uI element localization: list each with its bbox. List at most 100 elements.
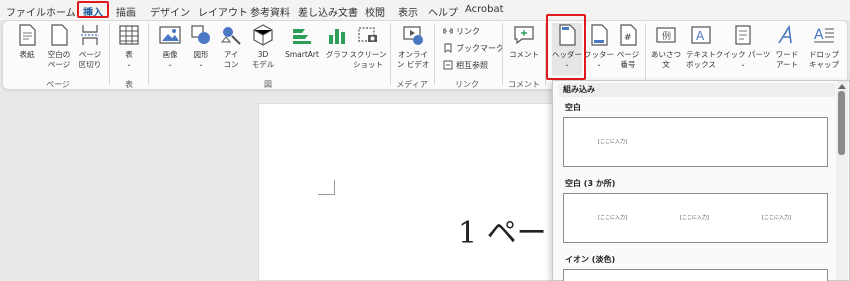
textbox-label-line2: ボックス (686, 60, 716, 69)
comment-button[interactable]: コメント (507, 23, 541, 75)
bookmark-button[interactable]: ブックマーク (443, 43, 504, 55)
header-template-blank[interactable]: [ここに入力] (563, 117, 828, 167)
chevron-down-icon: ⌄ (126, 61, 132, 68)
drop-cap-button[interactable]: A ドロップ キャップ (806, 23, 842, 75)
cover-page-label: 表紙 (19, 50, 35, 59)
shapes-button[interactable]: 図形 ⌄ (186, 23, 216, 75)
quick-parts-icon (735, 25, 751, 45)
online-video-button[interactable]: オンライ ン ビデオ (396, 23, 430, 75)
picture-button[interactable]: 画像 ⌄ (155, 23, 185, 75)
margin-corner-mark (318, 180, 335, 195)
screenshot-label-line2: ショット (353, 60, 383, 69)
group-label-media: メディア (396, 80, 428, 89)
page-break-label-line1: ページ (78, 50, 102, 59)
wordart-button[interactable]: ワード アート (770, 23, 804, 75)
screenshot-label-line1: スクリーン (349, 50, 387, 59)
ribbon-separator (109, 23, 110, 85)
shapes-label: 図形 (193, 50, 209, 59)
blank-page-icon (51, 24, 68, 46)
group-label-table: 表 (125, 80, 133, 89)
gallery-scrollbar[interactable] (836, 81, 848, 280)
blank-page-button[interactable]: 空白の ページ (44, 23, 74, 75)
cross-reference-button[interactable]: 相互参照 (443, 60, 488, 72)
quick-parts-label: クイック パーツ (715, 50, 771, 59)
placeholder-text: [ここに入力] (680, 215, 709, 221)
table-button[interactable]: 表 ⌄ (114, 23, 144, 75)
header-template-blank-three[interactable]: [ここに入力] [ここに入力] [ここに入力] (563, 193, 828, 243)
tab-acrobat[interactable]: Acrobat (465, 4, 504, 15)
tab-view[interactable]: 表示 (398, 4, 418, 19)
ribbon-separator (390, 23, 391, 85)
document-body-text[interactable]: 1 ペー (458, 208, 547, 252)
page-number-icon: # (620, 24, 637, 46)
shapes-icon (191, 25, 210, 44)
header-icon (559, 24, 576, 46)
page-break-label-line2: 区切り (78, 60, 102, 69)
3d-models-button[interactable]: 3D モデル (247, 23, 279, 75)
chart-button[interactable]: グラフ (324, 23, 350, 75)
header-template-ion-light[interactable] (563, 269, 828, 281)
icons-label-line1: アイ (223, 50, 239, 59)
ribbon-separator (434, 23, 435, 85)
textbox-button[interactable]: A テキスト ボックス (684, 23, 718, 75)
link-icon (443, 28, 453, 34)
chevron-down-icon: ⌄ (596, 61, 602, 68)
3d-models-label-line1: 3D (257, 50, 269, 59)
page-number-button[interactable]: # ページ 番号 (614, 23, 642, 75)
placeholder-text: [ここに入力] (598, 215, 627, 221)
gallery-item-title: イオン (淡色) (565, 255, 616, 264)
greeting-label-line1: あいさつ (651, 50, 681, 59)
footer-button[interactable]: フッター ⌄ (584, 23, 614, 75)
smartart-icon (293, 29, 311, 44)
icons-button[interactable]: アイ コン (217, 23, 245, 75)
svg-text:例: 例 (662, 30, 671, 42)
picture-label: 画像 (162, 50, 178, 59)
greeting-button[interactable]: 例 あいさつ 文 (650, 23, 682, 75)
table-label: 表 (125, 50, 133, 59)
ribbon-separator (148, 23, 149, 85)
tab-home[interactable]: ホーム (46, 4, 76, 19)
tab-references[interactable]: 参考資料 (250, 4, 290, 19)
tab-file[interactable]: ファイル (6, 4, 46, 19)
link-button[interactable]: リンク (443, 26, 480, 38)
tab-review[interactable]: 校閲 (365, 4, 385, 19)
header-button[interactable]: ヘッダー ⌄ (552, 23, 582, 75)
scroll-up-arrow-icon[interactable] (838, 84, 846, 89)
online-video-icon (403, 26, 423, 45)
smartart-button[interactable]: SmartArt (282, 23, 322, 75)
tab-layout[interactable]: レイアウト (198, 4, 248, 19)
drop-cap-label-line1: ドロップ (809, 50, 839, 59)
tab-draw[interactable]: 描画 (116, 4, 136, 19)
chevron-down-icon: ⌄ (740, 61, 746, 68)
tab-mailings[interactable]: 差し込み文書 (298, 4, 358, 19)
group-label-links: リンク (455, 80, 479, 89)
page-number-label-line1: ページ (616, 50, 640, 59)
screenshot-button[interactable]: スクリーン ショット (349, 23, 387, 75)
drop-cap-icon: A (814, 27, 834, 43)
online-video-label-line1: オンライ (398, 50, 428, 59)
placeholder-text: [ここに入力] (598, 139, 627, 145)
blank-page-label-line2: ページ (47, 60, 71, 69)
document-page[interactable] (258, 103, 558, 281)
tab-help[interactable]: ヘルプ (428, 4, 458, 19)
tab-insert[interactable]: 挿入 (83, 4, 103, 19)
screenshot-icon (358, 27, 377, 42)
comment-label: コメント (509, 50, 539, 59)
quick-parts-button[interactable]: クイック パーツ ⌄ (716, 23, 770, 75)
scrollbar-thumb[interactable] (838, 91, 845, 155)
blank-page-label-line1: 空白の (47, 50, 71, 59)
page-break-button[interactable]: ページ 区切り (75, 23, 105, 75)
bookmark-label: ブックマーク (456, 44, 504, 53)
chart-label: グラフ (325, 50, 349, 59)
chart-icon (329, 29, 345, 44)
smartart-label: SmartArt (285, 50, 319, 59)
footer-icon (591, 24, 608, 46)
icons-icon (220, 27, 241, 45)
tab-design[interactable]: デザイン (150, 4, 190, 19)
svg-text:A: A (814, 27, 824, 43)
chevron-down-icon: ⌄ (198, 61, 204, 68)
cover-page-button[interactable]: 表紙 (12, 23, 42, 75)
header-label: ヘッダー (552, 50, 582, 59)
menu-bar: ファイル ホーム 挿入 描画 デザイン レイアウト 参考資料 差し込み文書 校閲… (0, 0, 850, 20)
page-number-label-line2: 番号 (620, 60, 636, 69)
